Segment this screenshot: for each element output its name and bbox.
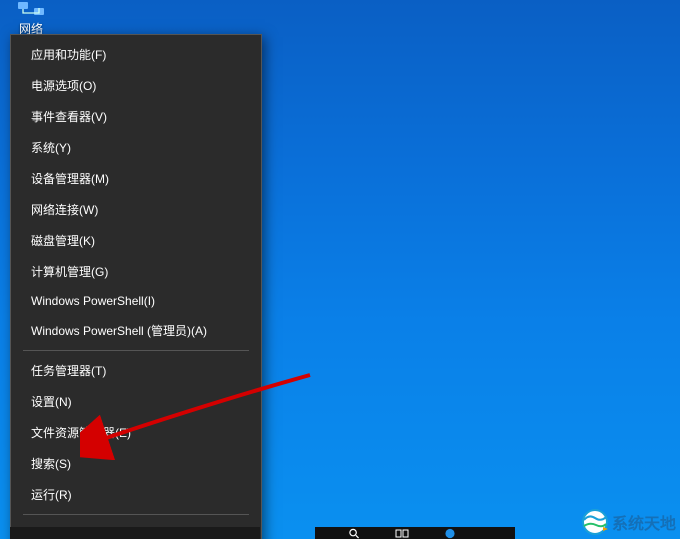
menu-item-label: 任务管理器(T) (31, 364, 106, 378)
menu-item-label: Windows PowerShell (管理员)(A) (31, 324, 207, 338)
menu-item-label: 搜索(S) (31, 457, 71, 471)
menu-item-event-viewer[interactable]: 事件查看器(V) (11, 101, 261, 132)
taskbar-search-icon[interactable] (345, 528, 363, 539)
menu-item-label: 应用和功能(F) (31, 48, 106, 62)
network-icon (16, 0, 46, 18)
watermark-badge: 系统天地 (582, 509, 676, 535)
menu-item-label: 设备管理器(M) (31, 172, 109, 186)
menu-item-apps-features[interactable]: 应用和功能(F) (11, 39, 261, 70)
menu-item-label: 运行(R) (31, 488, 72, 502)
menu-item-label: Windows PowerShell(I) (31, 294, 155, 308)
menu-item-label: 计算机管理(G) (31, 265, 108, 279)
menu-item-task-manager[interactable]: 任务管理器(T) (11, 355, 261, 386)
menu-item-disk-management[interactable]: 磁盘管理(K) (11, 225, 261, 256)
menu-item-powershell-admin[interactable]: Windows PowerShell (管理员)(A) (11, 315, 261, 346)
menu-item-run[interactable]: 运行(R) (11, 479, 261, 510)
menu-item-network-connections[interactable]: 网络连接(W) (11, 194, 261, 225)
menu-item-label: 事件查看器(V) (31, 110, 107, 124)
menu-item-system[interactable]: 系统(Y) (11, 132, 261, 163)
menu-separator (23, 514, 249, 515)
taskbar-taskview-icon[interactable] (393, 528, 411, 539)
menu-separator (23, 350, 249, 351)
menu-item-search[interactable]: 搜索(S) (11, 448, 261, 479)
menu-item-label: 系统(Y) (31, 141, 71, 155)
menu-item-settings[interactable]: 设置(N) (11, 386, 261, 417)
winx-menu: 应用和功能(F) 电源选项(O) 事件查看器(V) 系统(Y) 设备管理器(M)… (10, 34, 262, 539)
menu-item-power-options[interactable]: 电源选项(O) (11, 70, 261, 101)
menu-item-file-explorer[interactable]: 文件资源管理器(E) (11, 417, 261, 448)
menu-item-label: 网络连接(W) (31, 203, 98, 217)
menu-item-label: 磁盘管理(K) (31, 234, 95, 248)
taskbar-overlapped-text (10, 527, 260, 539)
globe-icon (582, 509, 608, 535)
menu-item-powershell[interactable]: Windows PowerShell(I) (11, 287, 261, 315)
taskbar[interactable] (315, 527, 515, 539)
desktop-network-icon[interactable]: 网络 (6, 0, 56, 37)
watermark-text: 系统天地 (612, 510, 676, 534)
menu-item-label: 文件资源管理器(E) (31, 426, 131, 440)
taskbar-edge-icon[interactable] (441, 528, 459, 539)
menu-item-label: 设置(N) (31, 395, 72, 409)
menu-item-device-manager[interactable]: 设备管理器(M) (11, 163, 261, 194)
menu-item-label: 电源选项(O) (31, 79, 96, 93)
menu-item-computer-management[interactable]: 计算机管理(G) (11, 256, 261, 287)
